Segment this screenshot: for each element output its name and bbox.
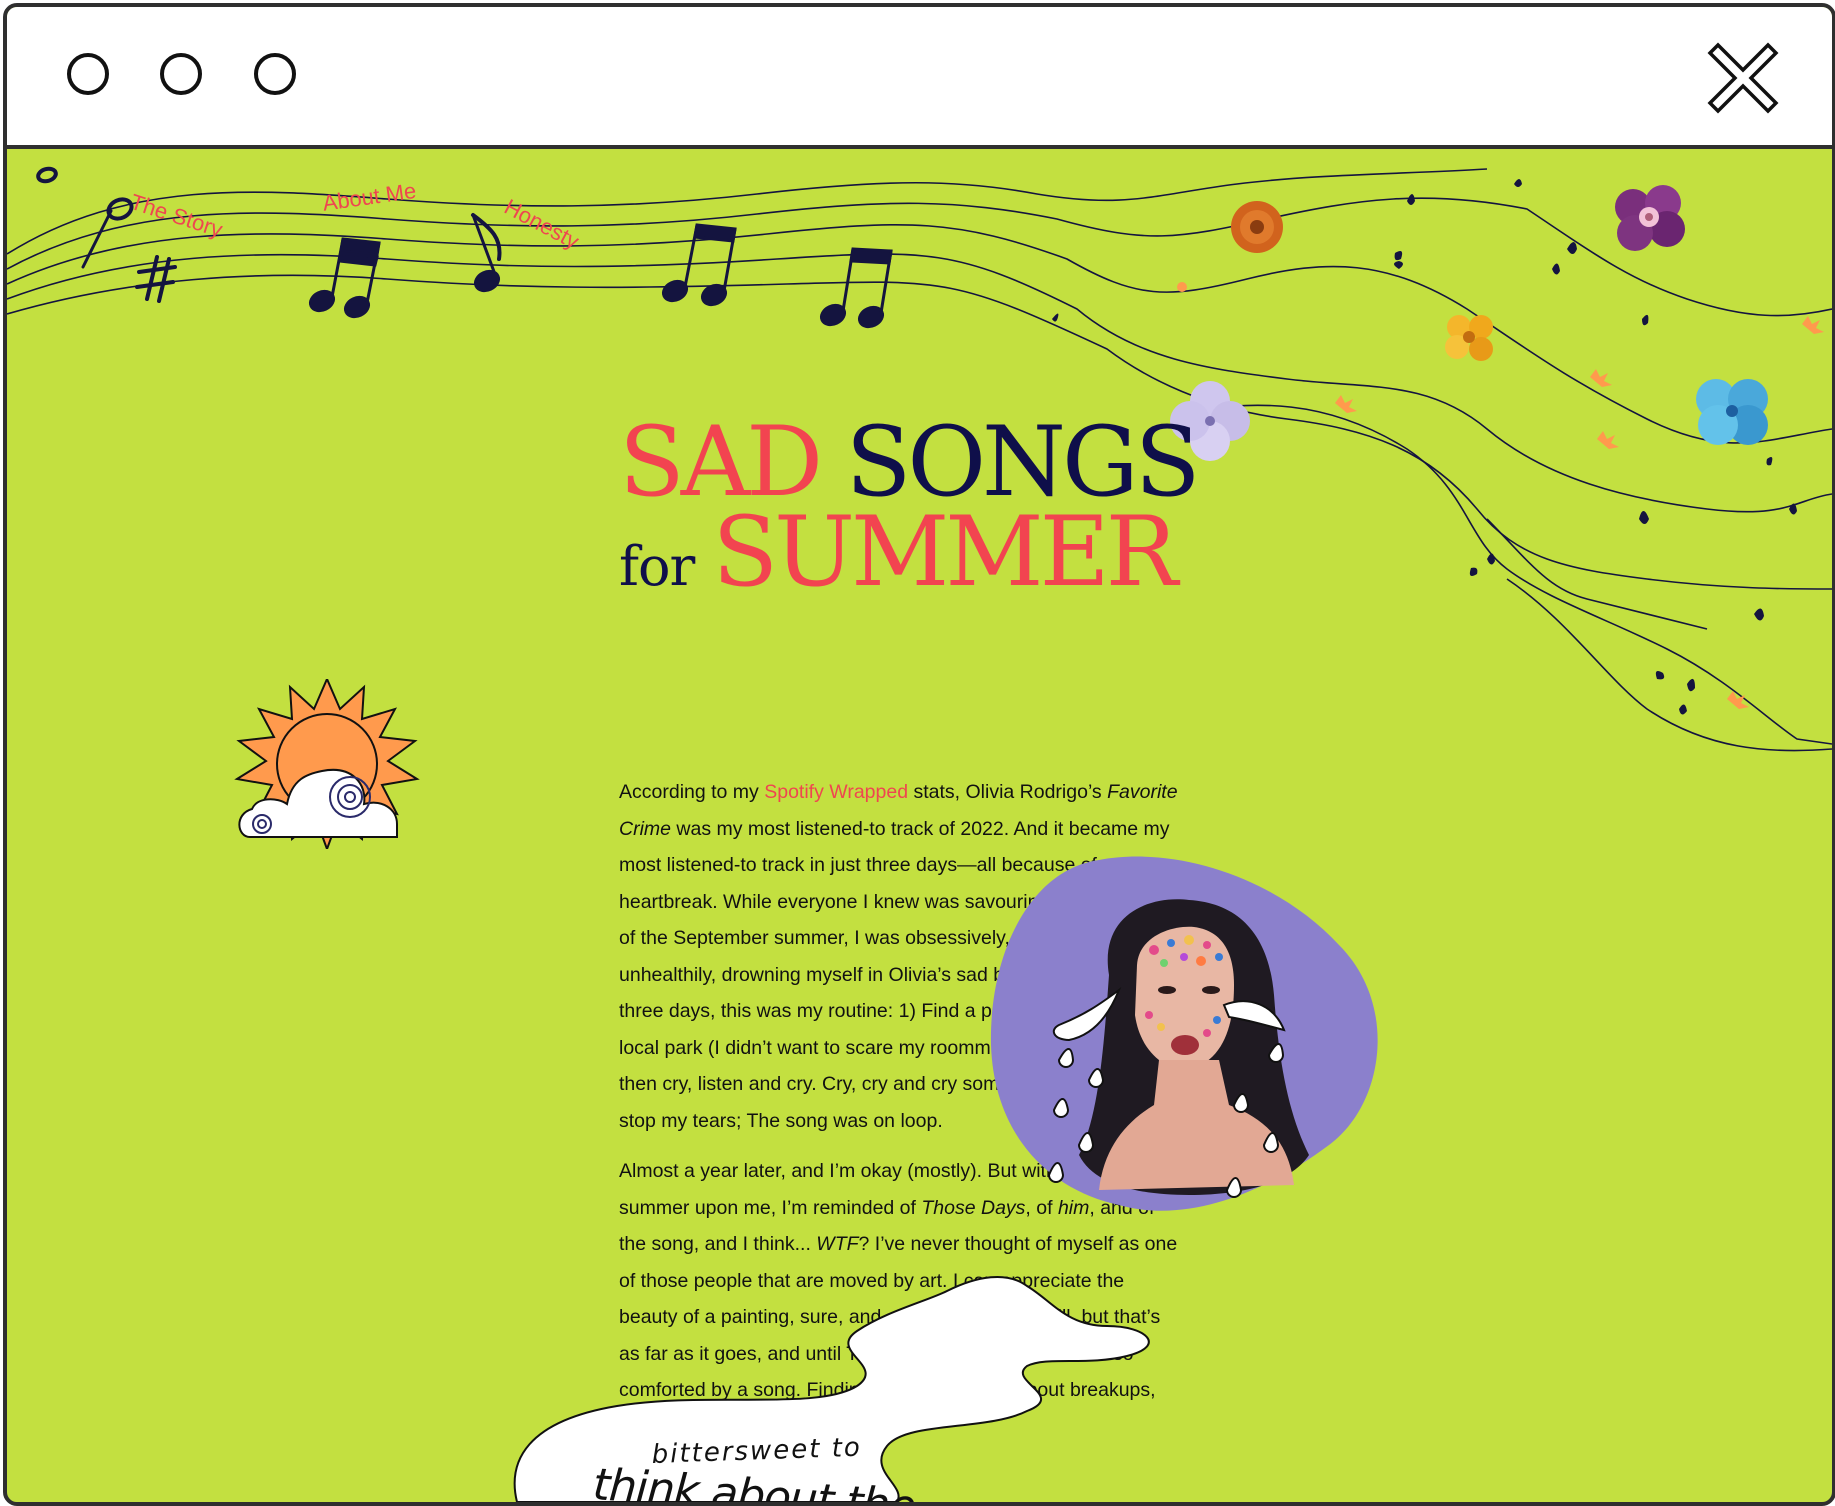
sun-cloud-icon [234, 679, 420, 849]
title-word-for: for [619, 535, 695, 598]
window-dot-1[interactable] [67, 53, 109, 95]
blue-flower-icon [1696, 379, 1768, 445]
window-dot-3[interactable] [254, 53, 296, 95]
spotify-wrapped-link[interactable]: Spotify Wrapped [764, 781, 908, 803]
window-dot-2[interactable] [160, 53, 202, 95]
pullquote-puddle: bittersweet to think about the [513, 1275, 1150, 1502]
paragraph-text: stats, Olivia Rodrigo’s [908, 781, 1108, 803]
orange-flower-icon [1231, 201, 1283, 253]
page-content: The Story About Me Honesty SAD SONGS for… [7, 149, 1832, 1502]
singer-photo [990, 856, 1378, 1211]
emphasis-text: WTF [816, 1233, 859, 1255]
page-title: SAD SONGS for SUMMER [619, 414, 1200, 600]
browser-window: The Story About Me Honesty SAD SONGS for… [3, 3, 1835, 1506]
title-word-summer: SUMMER [712, 496, 1178, 608]
window-titlebar [7, 7, 1832, 149]
yellow-flower-icon [1445, 315, 1493, 361]
paragraph-text: According to my [619, 781, 765, 803]
purple-flower-icon [1615, 185, 1685, 251]
close-x-icon[interactable] [1704, 39, 1782, 117]
